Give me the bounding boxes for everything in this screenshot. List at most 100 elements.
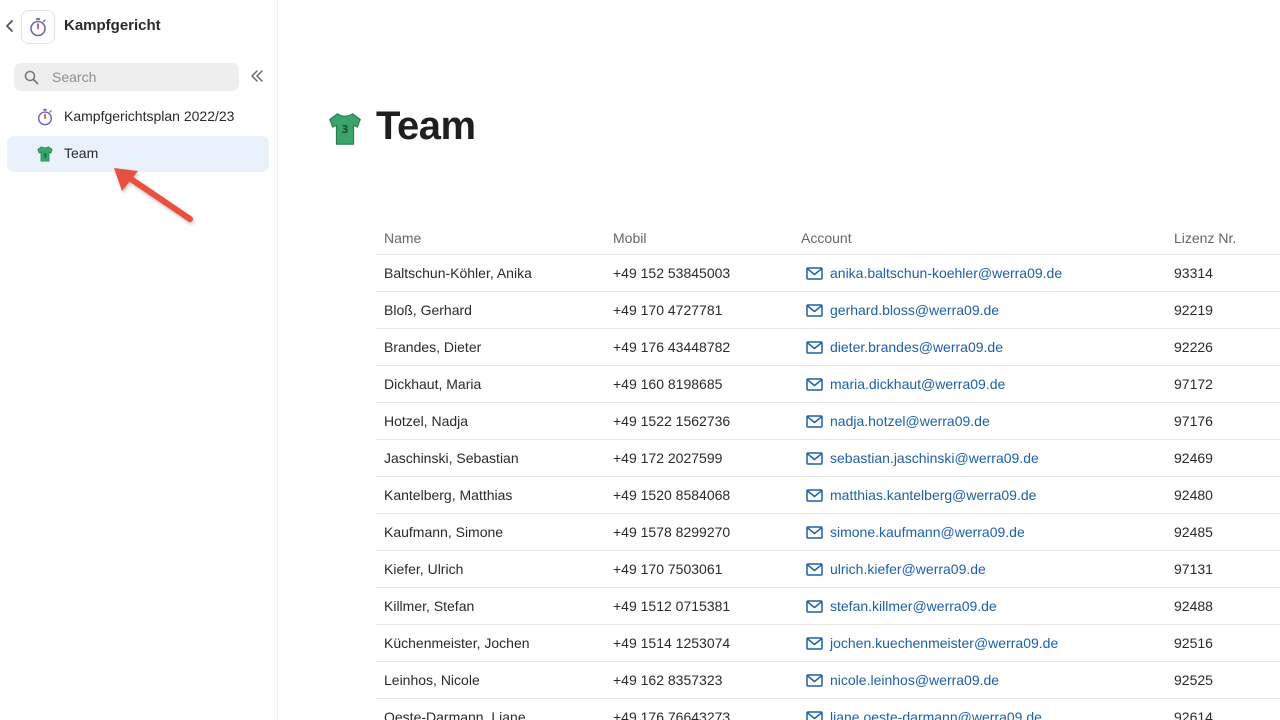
cell-lizenz: 97172	[1174, 376, 1213, 392]
cell-account: liane.oeste-darmann@werra09.de	[806, 709, 1042, 720]
account-email-link[interactable]: nicole.leinhos@werra09.de	[830, 672, 999, 688]
table-row[interactable]: Dickhaut, Maria +49 160 8198685 maria.di…	[376, 366, 1280, 403]
account-email-link[interactable]: gerhard.bloss@werra09.de	[830, 302, 999, 318]
account-email-link[interactable]: ulrich.kiefer@werra09.de	[830, 561, 986, 577]
cell-mobil: +49 1512 0715381	[613, 598, 731, 614]
cell-lizenz: 92525	[1174, 672, 1213, 688]
cell-mobil: +49 1520 8584068	[613, 487, 731, 503]
cell-name: Hotzel, Nadja	[384, 413, 469, 429]
table-row[interactable]: Leinhos, Nicole +49 162 8357323 nicole.l…	[376, 662, 1280, 699]
account-email-link[interactable]: anika.baltschun-koehler@werra09.de	[830, 265, 1062, 281]
chevron-left-icon[interactable]	[5, 19, 17, 33]
cell-mobil: +49 172 2027599	[613, 450, 723, 466]
cell-account: simone.kaufmann@werra09.de	[806, 524, 1025, 540]
table-header: Name Mobil Account Lizenz Nr.	[376, 222, 1280, 255]
cell-account: jochen.kuechenmeister@werra09.de	[806, 635, 1058, 651]
cell-account: matthias.kantelberg@werra09.de	[806, 487, 1036, 503]
mail-icon	[806, 340, 823, 354]
mail-icon	[806, 303, 823, 317]
table-row[interactable]: Kiefer, Ulrich +49 170 7503061 ulrich.ki…	[376, 551, 1280, 588]
search-box[interactable]	[14, 63, 239, 91]
cell-account: ulrich.kiefer@werra09.de	[806, 561, 986, 577]
cell-lizenz: 92226	[1174, 339, 1213, 355]
cell-name: Baltschun-Köhler, Anika	[384, 265, 532, 281]
table-row[interactable]: Kantelberg, Matthias +49 1520 8584068 ma…	[376, 477, 1280, 514]
account-email-link[interactable]: sebastian.jaschinski@werra09.de	[830, 450, 1039, 466]
stopwatch-icon	[30, 18, 46, 37]
table-row[interactable]: Killmer, Stefan +49 1512 0715381 stefan.…	[376, 588, 1280, 625]
account-email-link[interactable]: matthias.kantelberg@werra09.de	[830, 487, 1036, 503]
page-title: Team	[376, 104, 476, 148]
cell-account: gerhard.bloss@werra09.de	[806, 302, 999, 318]
cell-mobil: +49 176 76643273	[613, 709, 731, 720]
account-email-link[interactable]: nadja.hotzel@werra09.de	[830, 413, 990, 429]
workspace-title[interactable]: Kampfgericht	[64, 17, 161, 34]
cell-lizenz: 92614	[1174, 709, 1213, 720]
search-input[interactable]	[52, 67, 232, 87]
cell-mobil: +49 1522 1562736	[613, 413, 731, 429]
sidebar-item-kampfgerichtsplan[interactable]: Kampfgerichtsplan 2022/23	[7, 99, 269, 135]
cell-mobil: +49 176 43448782	[613, 339, 731, 355]
cell-mobil: +49 170 4727781	[613, 302, 723, 318]
collapse-sidebar-icon[interactable]	[249, 68, 267, 86]
cell-name: Jaschinski, Sebastian	[384, 450, 519, 466]
cell-lizenz: 92488	[1174, 598, 1213, 614]
mail-icon	[806, 636, 823, 650]
cell-mobil: +49 152 53845003	[613, 265, 731, 281]
cell-name: Oeste-Darmann, Liane	[384, 709, 526, 720]
column-header-mobil[interactable]: Mobil	[613, 230, 646, 246]
stopwatch-icon	[36, 108, 54, 126]
column-header-account[interactable]: Account	[801, 230, 852, 246]
sidebar-item-label: Team	[64, 145, 99, 161]
mail-icon	[806, 451, 823, 465]
account-email-link[interactable]: jochen.kuechenmeister@werra09.de	[830, 635, 1058, 651]
cell-name: Kantelberg, Matthias	[384, 487, 513, 503]
mail-icon	[806, 414, 823, 428]
cell-account: anika.baltschun-koehler@werra09.de	[806, 265, 1062, 281]
mail-icon	[806, 488, 823, 502]
table-row[interactable]: Küchenmeister, Jochen +49 1514 1253074 j…	[376, 625, 1280, 662]
mail-icon	[806, 673, 823, 687]
account-email-link[interactable]: dieter.brandes@werra09.de	[830, 339, 1003, 355]
svg-text:3: 3	[341, 124, 348, 136]
account-email-link[interactable]: liane.oeste-darmann@werra09.de	[830, 709, 1042, 720]
cell-name: Killmer, Stefan	[384, 598, 475, 614]
table-row[interactable]: Kaufmann, Simone +49 1578 8299270 simone…	[376, 514, 1280, 551]
mail-icon	[806, 710, 823, 720]
cell-mobil: +49 1514 1253074	[613, 635, 731, 651]
cell-account: sebastian.jaschinski@werra09.de	[806, 450, 1039, 466]
mail-icon	[806, 377, 823, 391]
search-icon	[24, 70, 39, 85]
table-row[interactable]: Bloß, Gerhard +49 170 4727781 gerhard.bl…	[376, 292, 1280, 329]
cell-mobil: +49 162 8357323	[613, 672, 723, 688]
cell-lizenz: 92516	[1174, 635, 1213, 651]
cell-account: nicole.leinhos@werra09.de	[806, 672, 999, 688]
table-row[interactable]: Oeste-Darmann, Liane +49 176 76643273 li…	[376, 699, 1280, 720]
cell-lizenz: 92219	[1174, 302, 1213, 318]
cell-name: Kiefer, Ulrich	[384, 561, 464, 577]
workspace-icon[interactable]	[21, 10, 55, 44]
cell-name: Dickhaut, Maria	[384, 376, 482, 392]
cell-name: Küchenmeister, Jochen	[384, 635, 530, 651]
cell-name: Leinhos, Nicole	[384, 672, 480, 688]
cell-name: Bloß, Gerhard	[384, 302, 472, 318]
cell-lizenz: 92469	[1174, 450, 1213, 466]
table-row[interactable]: Jaschinski, Sebastian +49 172 2027599 se…	[376, 440, 1280, 477]
cell-account: maria.dickhaut@werra09.de	[806, 376, 1005, 392]
cell-mobil: +49 1578 8299270	[613, 524, 731, 540]
jersey-icon: 3	[36, 145, 54, 163]
account-email-link[interactable]: maria.dickhaut@werra09.de	[830, 376, 1005, 392]
mail-icon	[806, 562, 823, 576]
sidebar: Kampfgericht Kampfgerichtsplan 2022/23	[0, 0, 278, 720]
table-row[interactable]: Hotzel, Nadja +49 1522 1562736 nadja.hot…	[376, 403, 1280, 440]
sidebar-item-label: Kampfgerichtsplan 2022/23	[64, 108, 235, 124]
account-email-link[interactable]: stefan.killmer@werra09.de	[830, 598, 997, 614]
account-email-link[interactable]: simone.kaufmann@werra09.de	[830, 524, 1025, 540]
table-row[interactable]: Brandes, Dieter +49 176 43448782 dieter.…	[376, 329, 1280, 366]
jersey-icon: 3	[326, 110, 364, 148]
svg-text:3: 3	[43, 154, 47, 160]
cell-account: dieter.brandes@werra09.de	[806, 339, 1003, 355]
table-row[interactable]: Baltschun-Köhler, Anika +49 152 53845003…	[376, 255, 1280, 292]
column-header-name[interactable]: Name	[384, 230, 421, 246]
column-header-lizenz[interactable]: Lizenz Nr.	[1174, 230, 1236, 246]
